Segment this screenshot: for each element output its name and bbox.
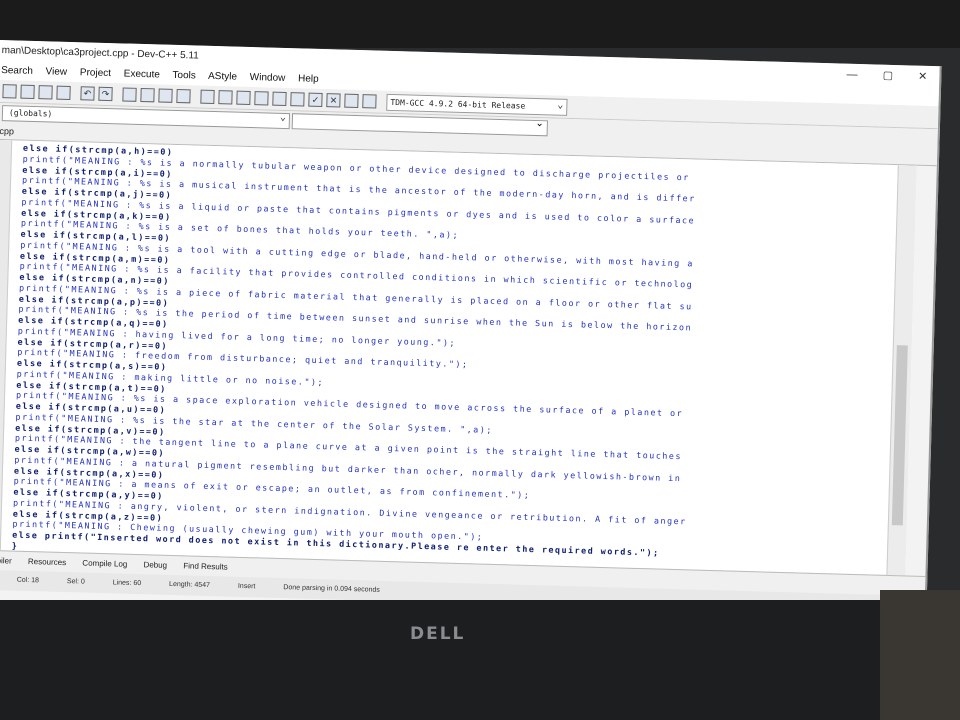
menu-project[interactable]: Project <box>80 67 111 79</box>
code-area[interactable]: else if(strcmp(a,h)==0) printf("MEANING :… <box>12 143 697 570</box>
scrollbar-thumb[interactable] <box>891 345 908 526</box>
menu-view[interactable]: View <box>45 66 67 78</box>
open-file-icon[interactable] <box>20 84 35 99</box>
status-length: Length: 4547 <box>169 580 211 590</box>
line-gutter <box>0 139 13 551</box>
monitor-bezel-top <box>0 0 960 48</box>
toggle-comment-icon[interactable] <box>236 90 251 106</box>
editor-tab[interactable]: cpp <box>0 126 14 136</box>
tab-debug[interactable]: Debug <box>143 560 167 570</box>
redo-icon[interactable]: ↷ <box>98 86 113 102</box>
save-icon[interactable] <box>38 85 53 100</box>
maximize-button[interactable]: ▢ <box>882 70 893 82</box>
dell-logo: DELL <box>410 624 466 644</box>
dev-cpp-window: man\Desktop\ca3project.cpp - Dev-C++ 5.1… <box>0 40 942 633</box>
check-icon[interactable]: ✓ <box>308 92 323 108</box>
bookmark-icon[interactable] <box>176 88 191 104</box>
menu-astyle[interactable]: AStyle <box>208 71 237 83</box>
menu-help[interactable]: Help <box>298 73 319 85</box>
compile-icon[interactable] <box>254 91 269 106</box>
close-button[interactable]: ✕ <box>918 71 928 83</box>
status-mode: Insert <box>237 582 256 591</box>
code-editor[interactable]: else if(strcmp(a,h)==0) printf("MEANING :… <box>0 139 917 576</box>
menu-window[interactable]: Window <box>250 72 286 84</box>
tab-compile-log[interactable]: Compile Log <box>82 559 127 569</box>
window-title: man\Desktop\ca3project.cpp - Dev-C++ 5.1… <box>1 45 199 62</box>
menu-execute[interactable]: Execute <box>124 68 160 80</box>
new-file-icon[interactable] <box>2 84 17 99</box>
indent-icon[interactable] <box>200 89 215 105</box>
minimize-button[interactable]: — <box>846 69 857 81</box>
menu-tools[interactable]: Tools <box>172 70 196 82</box>
compile-run-icon[interactable] <box>290 92 305 107</box>
undo-icon[interactable]: ↶ <box>80 86 95 101</box>
desk-background <box>880 590 960 720</box>
compiler-select[interactable]: TDM-GCC 4.9.2 64-bit Release <box>386 93 568 116</box>
status-sel: Sel: 0 <box>66 578 85 586</box>
status-message: Done parsing in 0.094 seconds <box>283 584 380 594</box>
monitor-bezel-bottom <box>0 600 960 720</box>
tab-find-results[interactable]: Find Results <box>183 561 228 571</box>
run-icon[interactable] <box>272 91 287 107</box>
goto-icon[interactable] <box>158 88 173 103</box>
status-lines: Lines: 60 <box>112 579 142 588</box>
stop-icon[interactable]: ✕ <box>326 93 341 108</box>
vertical-scrollbar[interactable] <box>886 165 917 576</box>
tab-resources[interactable]: Resources <box>28 557 66 567</box>
menu-search[interactable]: Search <box>1 65 33 77</box>
unindent-icon[interactable] <box>218 90 233 105</box>
find-icon[interactable] <box>122 87 137 102</box>
tab-compiler[interactable]: ompiler <box>0 556 12 566</box>
chart-icon[interactable] <box>344 93 359 109</box>
status-col: Col: 18 <box>16 576 40 585</box>
window-controls: — ▢ ✕ <box>824 63 927 88</box>
replace-icon[interactable] <box>140 87 155 103</box>
print-icon[interactable] <box>56 85 71 100</box>
debug-icon[interactable] <box>362 94 377 109</box>
